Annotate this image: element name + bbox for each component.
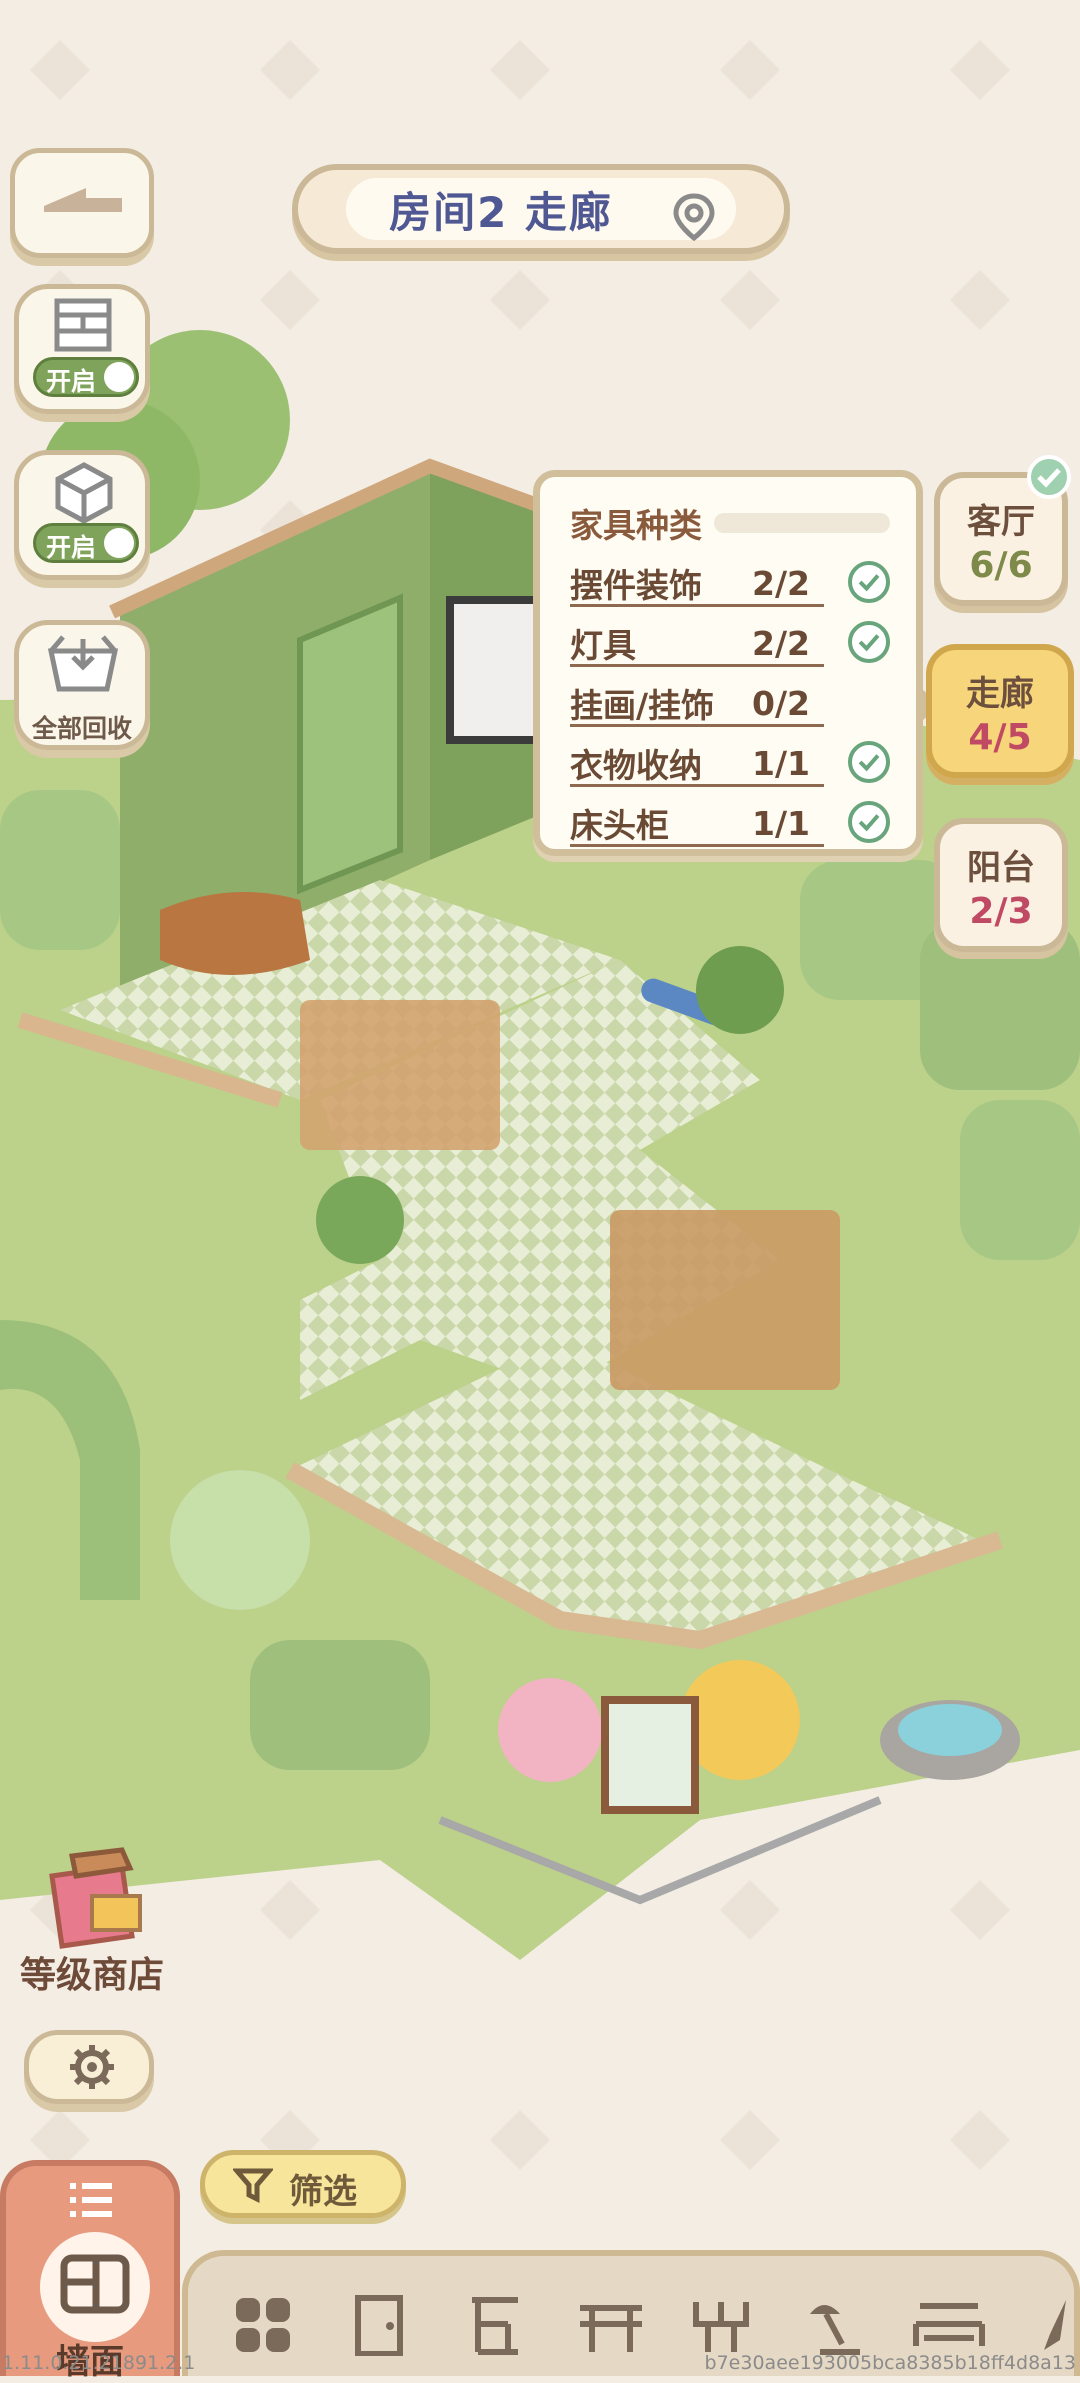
- sofa-icon[interactable]: [910, 2294, 988, 2356]
- category-panel-title: 家具种类: [570, 506, 702, 545]
- category-row[interactable]: 摆件装饰 2/2: [570, 555, 890, 611]
- furniture-display-toggle[interactable]: 开启: [14, 450, 150, 580]
- lamp-icon[interactable]: [800, 2294, 870, 2356]
- check-icon: [848, 801, 890, 843]
- plant-stand-icon[interactable]: [688, 2294, 754, 2356]
- category-row[interactable]: 床头柜 1/1: [570, 795, 890, 851]
- category-row[interactable]: 衣物收纳 1/1: [570, 735, 890, 791]
- settings-button[interactable]: [24, 2030, 154, 2104]
- wall-display-toggle[interactable]: 开启: [14, 284, 150, 414]
- build-hash-text: b7e30aee193005bca8385b18ff4d8a13: [704, 2352, 1076, 2374]
- table-icon[interactable]: [576, 2294, 646, 2356]
- basket-icon: [47, 635, 119, 692]
- recycle-all-label: 全部回收: [31, 714, 132, 743]
- room-tab-balcony[interactable]: 阳台 2/3: [934, 818, 1068, 952]
- level-shop-button[interactable]: 等级商店: [4, 1836, 180, 1996]
- door-icon[interactable]: [348, 2294, 410, 2356]
- cube-icon: [55, 462, 113, 524]
- gear-icon: [70, 2045, 114, 2089]
- check-icon: [848, 621, 890, 663]
- recycle-all-button[interactable]: 全部回收: [14, 620, 150, 750]
- room-tab-living-room[interactable]: 客厅 6/6: [934, 455, 1071, 606]
- filter-button[interactable]: 筛选: [200, 2150, 406, 2218]
- category-row[interactable]: 灯具 2/2: [570, 615, 890, 671]
- room-tab-corridor[interactable]: 走廊 4/5: [926, 644, 1074, 778]
- room-title-bar[interactable]: 房间2 走廊: [292, 164, 790, 254]
- check-icon: [848, 561, 890, 603]
- version-text: 1.11.0.21.21891.2.1: [2, 2352, 196, 2374]
- back-arrow-icon: [44, 188, 122, 212]
- grid-icon[interactable]: [232, 2294, 294, 2356]
- shop-cart-icon: [49, 1847, 142, 1949]
- furniture-category-panel: 家具种类 摆件装饰 2/2 灯具 2/2 挂画/挂饰 0/2 衣物收纳 1/1 …: [533, 470, 940, 856]
- room-title: 房间2 走廊: [389, 187, 613, 237]
- garden-scene: [0, 0, 1080, 2376]
- filter-icon: [233, 2168, 273, 2204]
- wall-panel-icon: [60, 2254, 130, 2314]
- back-button[interactable]: [10, 148, 154, 258]
- shelf-icon[interactable]: [464, 2294, 526, 2356]
- wall-category-button[interactable]: 墙面: [0, 2160, 180, 2382]
- toggle-switch[interactable]: 开启: [33, 357, 139, 397]
- filter-label: 筛选: [289, 2172, 357, 2212]
- toggle-switch[interactable]: 开启: [33, 523, 139, 563]
- location-pin-icon[interactable]: [672, 192, 716, 242]
- check-icon: [848, 741, 890, 783]
- brush-icon[interactable]: [1036, 2294, 1076, 2356]
- list-icon: [70, 2183, 112, 2217]
- level-shop-label: 等级商店: [19, 1955, 164, 1996]
- complete-check-icon: [1027, 455, 1071, 499]
- wall-icon: [54, 298, 112, 352]
- category-row[interactable]: 挂画/挂饰 0/2: [570, 675, 890, 731]
- wall-icon-circle: [40, 2232, 150, 2342]
